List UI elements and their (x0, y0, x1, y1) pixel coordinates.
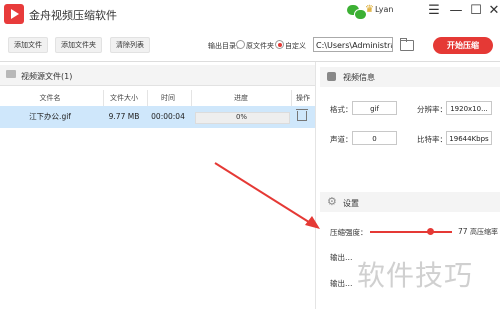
watermark-text: 软件技巧 (357, 259, 474, 292)
